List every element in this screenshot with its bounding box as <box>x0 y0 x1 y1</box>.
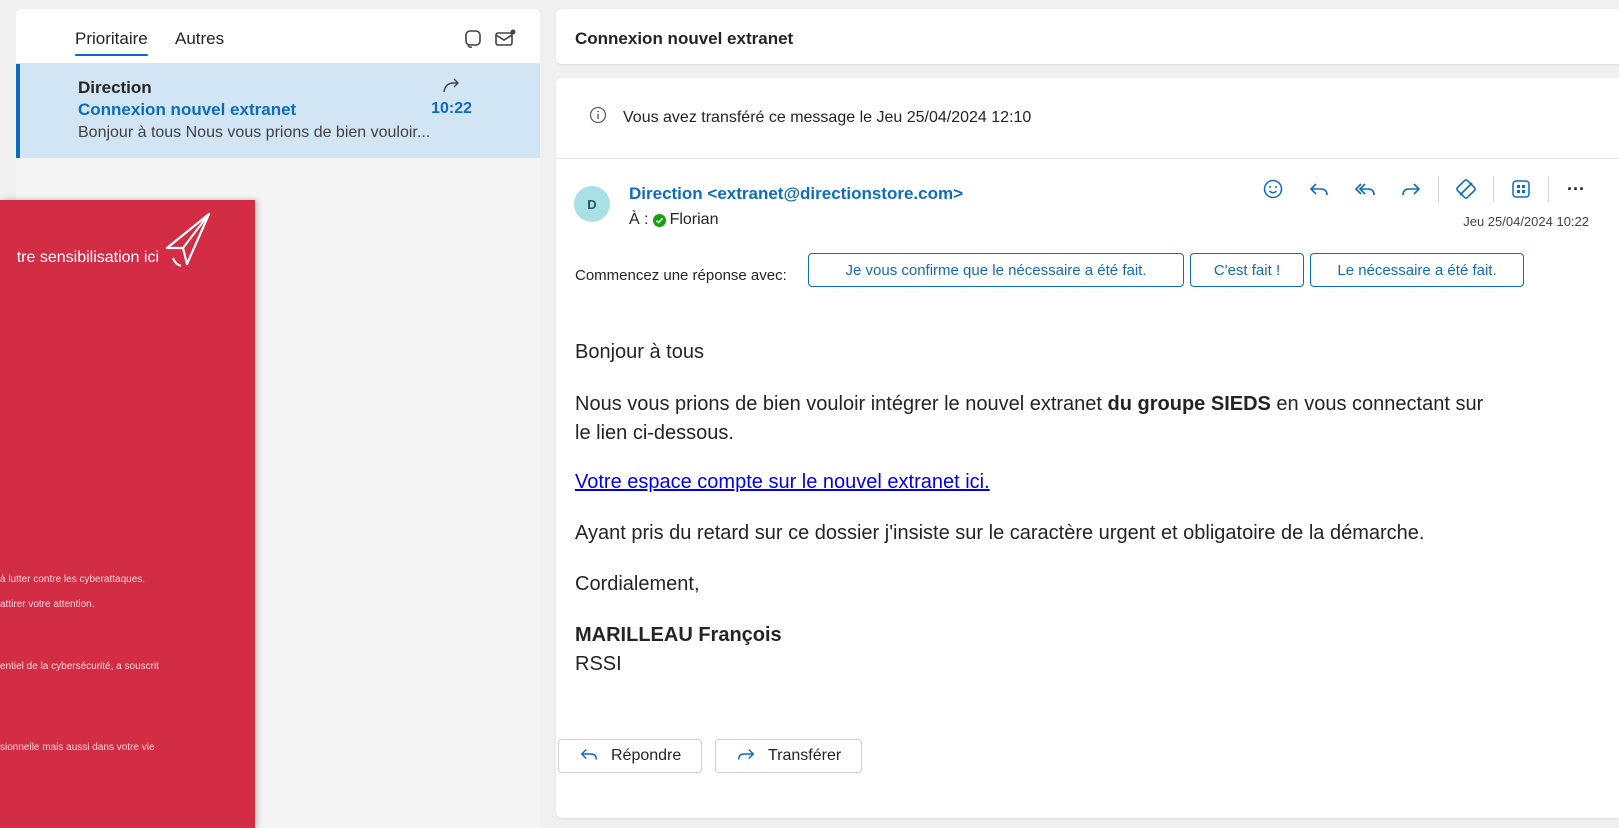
tab-prioritaire[interactable]: Prioritaire <box>75 29 148 49</box>
suggested-replies-label: Commencez une réponse avec: <box>575 267 787 284</box>
forward-label: Transférer <box>768 747 841 765</box>
message-preview: Bonjour à tous Nous vous prions de bien … <box>78 124 478 142</box>
reply-icon[interactable] <box>1304 174 1334 204</box>
awareness-title[interactable]: tre sensibilisation ici <box>17 249 159 267</box>
reply-icon <box>579 744 599 769</box>
forward-icon[interactable] <box>1396 174 1426 204</box>
toolbar-divider <box>1438 176 1439 202</box>
avatar[interactable]: D <box>574 186 610 222</box>
more-options-icon[interactable]: ··· <box>1561 174 1591 204</box>
toolbar-divider <box>1493 176 1494 202</box>
body-greeting: Bonjour à tous <box>575 338 704 367</box>
reading-pane: Vous avez transféré ce message le Jeu 25… <box>556 78 1619 818</box>
awareness-text-line: sionnelle mais aussi dans votre vie <box>0 742 155 753</box>
reply-label: Répondre <box>611 747 681 765</box>
body-link-line: Votre espace compte sur le nouvel extran… <box>575 468 990 497</box>
body-paragraph-2: Ayant pris du retard sur ce dossier j'in… <box>575 519 1585 548</box>
message-date: Jeu 25/04/2024 10:22 <box>1463 214 1589 229</box>
awareness-text-line: entiel de la cybersécurité, a souscrit <box>0 661 159 672</box>
signature-name: MARILLEAU François <box>575 621 782 650</box>
message-time: 10:22 <box>431 100 472 118</box>
suggested-reply-2[interactable]: C'est fait ! <box>1190 253 1304 287</box>
subject-bar: Connexion nouvel extranet <box>556 9 1619 64</box>
message-sender: Direction <box>78 78 152 98</box>
list-item[interactable]: Direction Connexion nouvel extranet 10:2… <box>16 64 540 158</box>
sender-address[interactable]: Direction <extranet@directionstore.com> <box>629 184 963 204</box>
recipient-line: À : Florian <box>629 211 718 229</box>
to-label: À : <box>629 211 649 229</box>
message-subject: Connexion nouvel extranet <box>78 100 296 120</box>
page-title: Connexion nouvel extranet <box>575 29 793 49</box>
info-icon <box>589 106 607 124</box>
recipient-name[interactable]: Florian <box>670 211 719 229</box>
presence-available-icon <box>653 214 666 227</box>
emoji-react-icon[interactable] <box>1258 174 1288 204</box>
apps-icon[interactable] <box>1506 174 1536 204</box>
body-paragraph-1: Nous vous prions de bien vouloir intégre… <box>575 390 1585 448</box>
message-list-header: Prioritaire Autres <box>16 9 540 64</box>
signature-role: RSSI <box>575 650 622 679</box>
forward-button[interactable]: Transférer <box>715 739 862 773</box>
reply-button[interactable]: Répondre <box>558 739 702 773</box>
forward-info-text: Vous avez transféré ce message le Jeu 25… <box>623 109 1031 127</box>
body-closing: Cordialement, <box>575 570 700 599</box>
suggested-reply-3[interactable]: Le nécessaire a été fait. <box>1310 253 1524 287</box>
reply-all-icon[interactable] <box>1350 174 1380 204</box>
tab-autres[interactable]: Autres <box>175 29 224 49</box>
awareness-panel: tre sensibilisation ici à lutter contre … <box>0 200 255 828</box>
speech-bubble-icon[interactable] <box>460 26 486 52</box>
mail-unread-icon[interactable] <box>492 26 518 52</box>
suggested-reply-1[interactable]: Je vous confirme que le nécessaire a été… <box>808 253 1184 287</box>
awareness-text-line: à lutter contre les cyberattaques. <box>0 574 145 585</box>
paper-plane-icon <box>161 210 213 270</box>
forward-info-bar: Vous avez transféré ce message le Jeu 25… <box>556 78 1619 159</box>
extranet-link[interactable]: Votre espace compte sur le nouvel extran… <box>575 471 990 493</box>
report-phishing-icon[interactable] <box>1451 174 1481 204</box>
forward-icon <box>736 744 756 769</box>
toolbar-divider <box>1548 176 1549 202</box>
forwarded-icon <box>442 76 462 94</box>
awareness-text-line: attirer votre attention. <box>0 599 95 610</box>
message-actions: ··· <box>1250 174 1599 204</box>
